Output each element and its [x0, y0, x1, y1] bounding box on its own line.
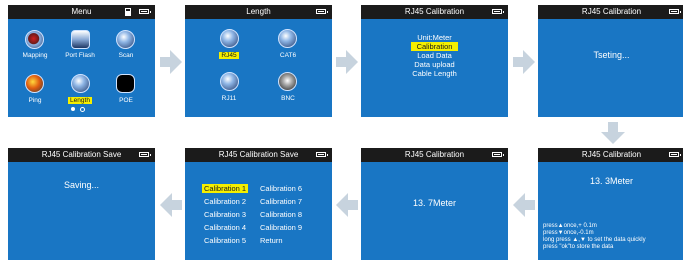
- flow-arrow-icon: [160, 193, 182, 217]
- save-slot-2[interactable]: Calibration 2: [204, 197, 246, 206]
- save-menu-titlebar: RJ45 Calibration Save: [185, 148, 332, 162]
- bnc-icon[interactable]: [278, 72, 297, 91]
- menu-item-scan[interactable]: Scan: [104, 52, 148, 59]
- flow-arrow-icon: [601, 122, 625, 144]
- help-long-press: long press: [543, 237, 571, 243]
- flow-arrow-icon: [513, 50, 535, 74]
- length-icon[interactable]: [71, 74, 90, 93]
- save-slot-1[interactable]: Calibration 1: [202, 184, 249, 193]
- testing-screen: RJ45 Calibration Tseting...: [538, 5, 683, 117]
- length-value: 13. 7Meter: [412, 198, 457, 208]
- length-item-rj45[interactable]: RJ45: [207, 52, 251, 59]
- save-slot-1-label: Calibration 1: [202, 184, 249, 193]
- help-press-down: press: [543, 230, 558, 236]
- help-line-long-press: long press ▲,▼ to set the data quickly: [543, 237, 646, 243]
- help-line-up: press▲once,+ 0.1m: [543, 223, 597, 229]
- adjust-titlebar: RJ45 Calibration: [538, 148, 683, 162]
- page-dot-active: [71, 107, 75, 111]
- help-up-text: once,+ 0.1m: [563, 223, 597, 229]
- up-down-arrow-icon: ▲,▼: [572, 237, 586, 243]
- length-item-rj45-label: RJ45: [219, 52, 239, 59]
- rj11-icon[interactable]: [220, 72, 239, 91]
- flow-arrow-icon: [336, 193, 358, 217]
- cat6-icon[interactable]: [278, 29, 297, 48]
- save-slot-5[interactable]: Calibration 5: [204, 236, 246, 245]
- mapping-icon[interactable]: [25, 30, 44, 49]
- battery-icon: [669, 9, 681, 14]
- save-slot-9[interactable]: Calibration 9: [260, 223, 302, 232]
- saving-titlebar: RJ45 Calibration Save: [8, 148, 155, 162]
- menu-screen: Menu Mapping Port Flash Scan Ping Length…: [8, 5, 155, 117]
- scan-icon[interactable]: [116, 30, 135, 49]
- rj45-calibration-menu-screen: RJ45 Calibration Unit:Meter Calibration …: [361, 5, 508, 117]
- length-screen: Length RJ45 CAT6 RJ11 BNC: [185, 5, 332, 117]
- save-slot-6[interactable]: Calibration 6: [260, 184, 302, 193]
- testing-titlebar: RJ45 Calibration: [538, 5, 683, 19]
- menu-option-unit[interactable]: Unit:Meter: [361, 33, 508, 42]
- port-flash-icon[interactable]: [71, 30, 90, 49]
- battery-icon: [316, 152, 328, 157]
- saving-status: Saving...: [63, 180, 100, 190]
- return-option[interactable]: Return: [260, 236, 283, 245]
- length-item-bnc[interactable]: BNC: [266, 95, 310, 102]
- adjust-title: RJ45 Calibration: [581, 150, 642, 159]
- sd-card-icon: [125, 8, 131, 16]
- battery-icon: [492, 9, 504, 14]
- battery-icon: [492, 152, 504, 157]
- menu-option-load-data[interactable]: Load Data: [361, 51, 508, 60]
- poe-icon[interactable]: [116, 74, 135, 93]
- saving-screen: RJ45 Calibration Save Saving...: [8, 148, 155, 260]
- menu-item-length[interactable]: Length: [58, 97, 102, 104]
- menu-titlebar: Menu: [8, 5, 155, 19]
- save-menu-screen: RJ45 Calibration Save Calibration 1 Cali…: [185, 148, 332, 260]
- menu-item-mapping[interactable]: Mapping: [13, 52, 57, 59]
- menu-option-calibration[interactable]: Calibration: [361, 42, 508, 51]
- menu-item-poe[interactable]: POE: [104, 97, 148, 104]
- menu-item-port-flash[interactable]: Port Flash: [58, 52, 102, 59]
- menu-item-length-label: Length: [68, 97, 92, 104]
- menu-option-data-upload[interactable]: Data upload: [361, 60, 508, 69]
- help-press-up: press: [543, 223, 558, 229]
- rj45-menu-titlebar: RJ45 Calibration: [361, 5, 508, 19]
- rj45-icon[interactable]: [220, 29, 239, 48]
- help-line-down: press▼once,-0.1m: [543, 230, 594, 236]
- ping-icon[interactable]: [25, 74, 44, 93]
- flow-arrow-icon: [336, 50, 358, 74]
- saving-title: RJ45 Calibration Save: [41, 150, 122, 159]
- save-menu-title: RJ45 Calibration Save: [218, 150, 299, 159]
- battery-icon: [669, 152, 681, 157]
- save-slot-8[interactable]: Calibration 8: [260, 210, 302, 219]
- value-titlebar: RJ45 Calibration: [361, 148, 508, 162]
- value-screen: RJ45 Calibration 13. 7Meter: [361, 148, 508, 260]
- menu-option-cable-length[interactable]: Cable Length: [361, 69, 508, 78]
- menu-title: Menu: [71, 7, 92, 16]
- length-value: 13. 3Meter: [589, 176, 634, 186]
- length-item-rj11[interactable]: RJ11: [207, 95, 251, 102]
- value-title: RJ45 Calibration: [404, 150, 465, 159]
- length-titlebar: Length: [185, 5, 332, 19]
- save-slot-7[interactable]: Calibration 7: [260, 197, 302, 206]
- page-dot-inactive: [80, 107, 85, 112]
- menu-item-ping[interactable]: Ping: [13, 97, 57, 104]
- adjust-screen: RJ45 Calibration 13. 3Meter press▲once,+…: [538, 148, 683, 260]
- help-long-text: to set the data quickly: [587, 237, 646, 243]
- rj45-menu-title: RJ45 Calibration: [404, 7, 465, 16]
- menu-option-calibration-label: Calibration: [410, 42, 459, 51]
- battery-icon: [139, 152, 151, 157]
- length-item-cat6[interactable]: CAT6: [266, 52, 310, 59]
- testing-status: Tseting...: [593, 50, 630, 60]
- flow-arrow-icon: [160, 50, 182, 74]
- save-slot-4[interactable]: Calibration 4: [204, 223, 246, 232]
- testing-title: RJ45 Calibration: [581, 7, 642, 16]
- battery-icon: [316, 9, 328, 14]
- help-down-text: once,-0.1m: [563, 230, 594, 236]
- length-title: Length: [246, 7, 271, 16]
- flow-arrow-icon: [513, 193, 535, 217]
- battery-icon: [139, 9, 151, 14]
- save-slot-3[interactable]: Calibration 3: [204, 210, 246, 219]
- help-line-store: press "ok"to store the data: [543, 244, 614, 250]
